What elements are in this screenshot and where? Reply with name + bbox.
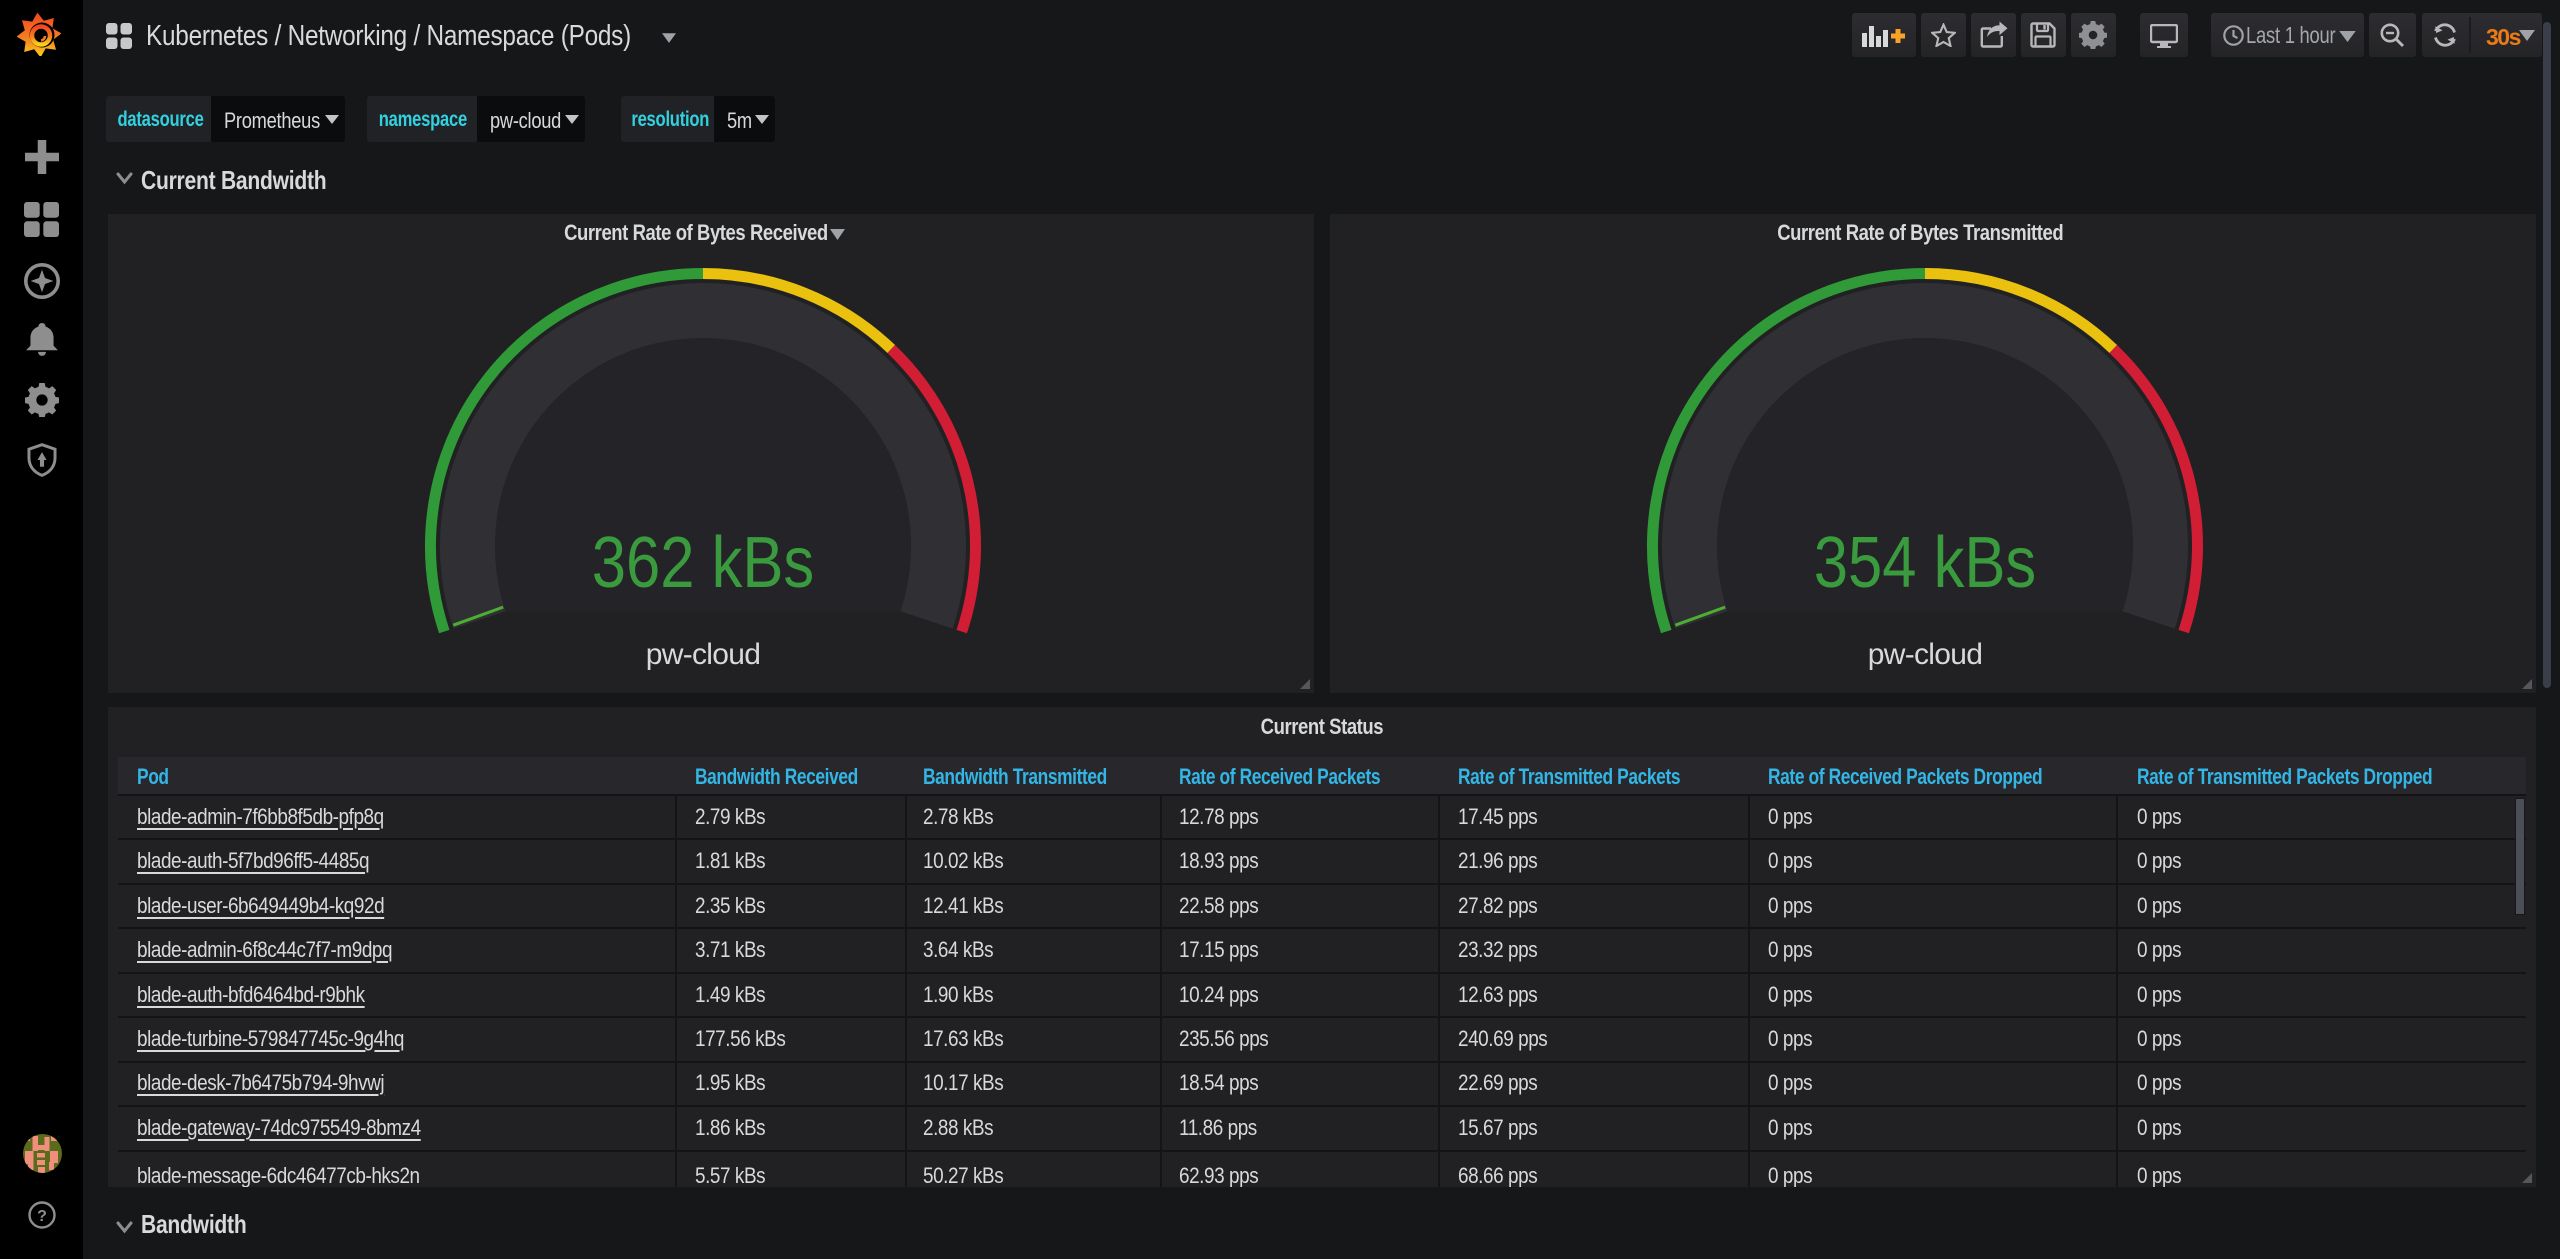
svg-text:?: ?: [37, 1208, 47, 1225]
